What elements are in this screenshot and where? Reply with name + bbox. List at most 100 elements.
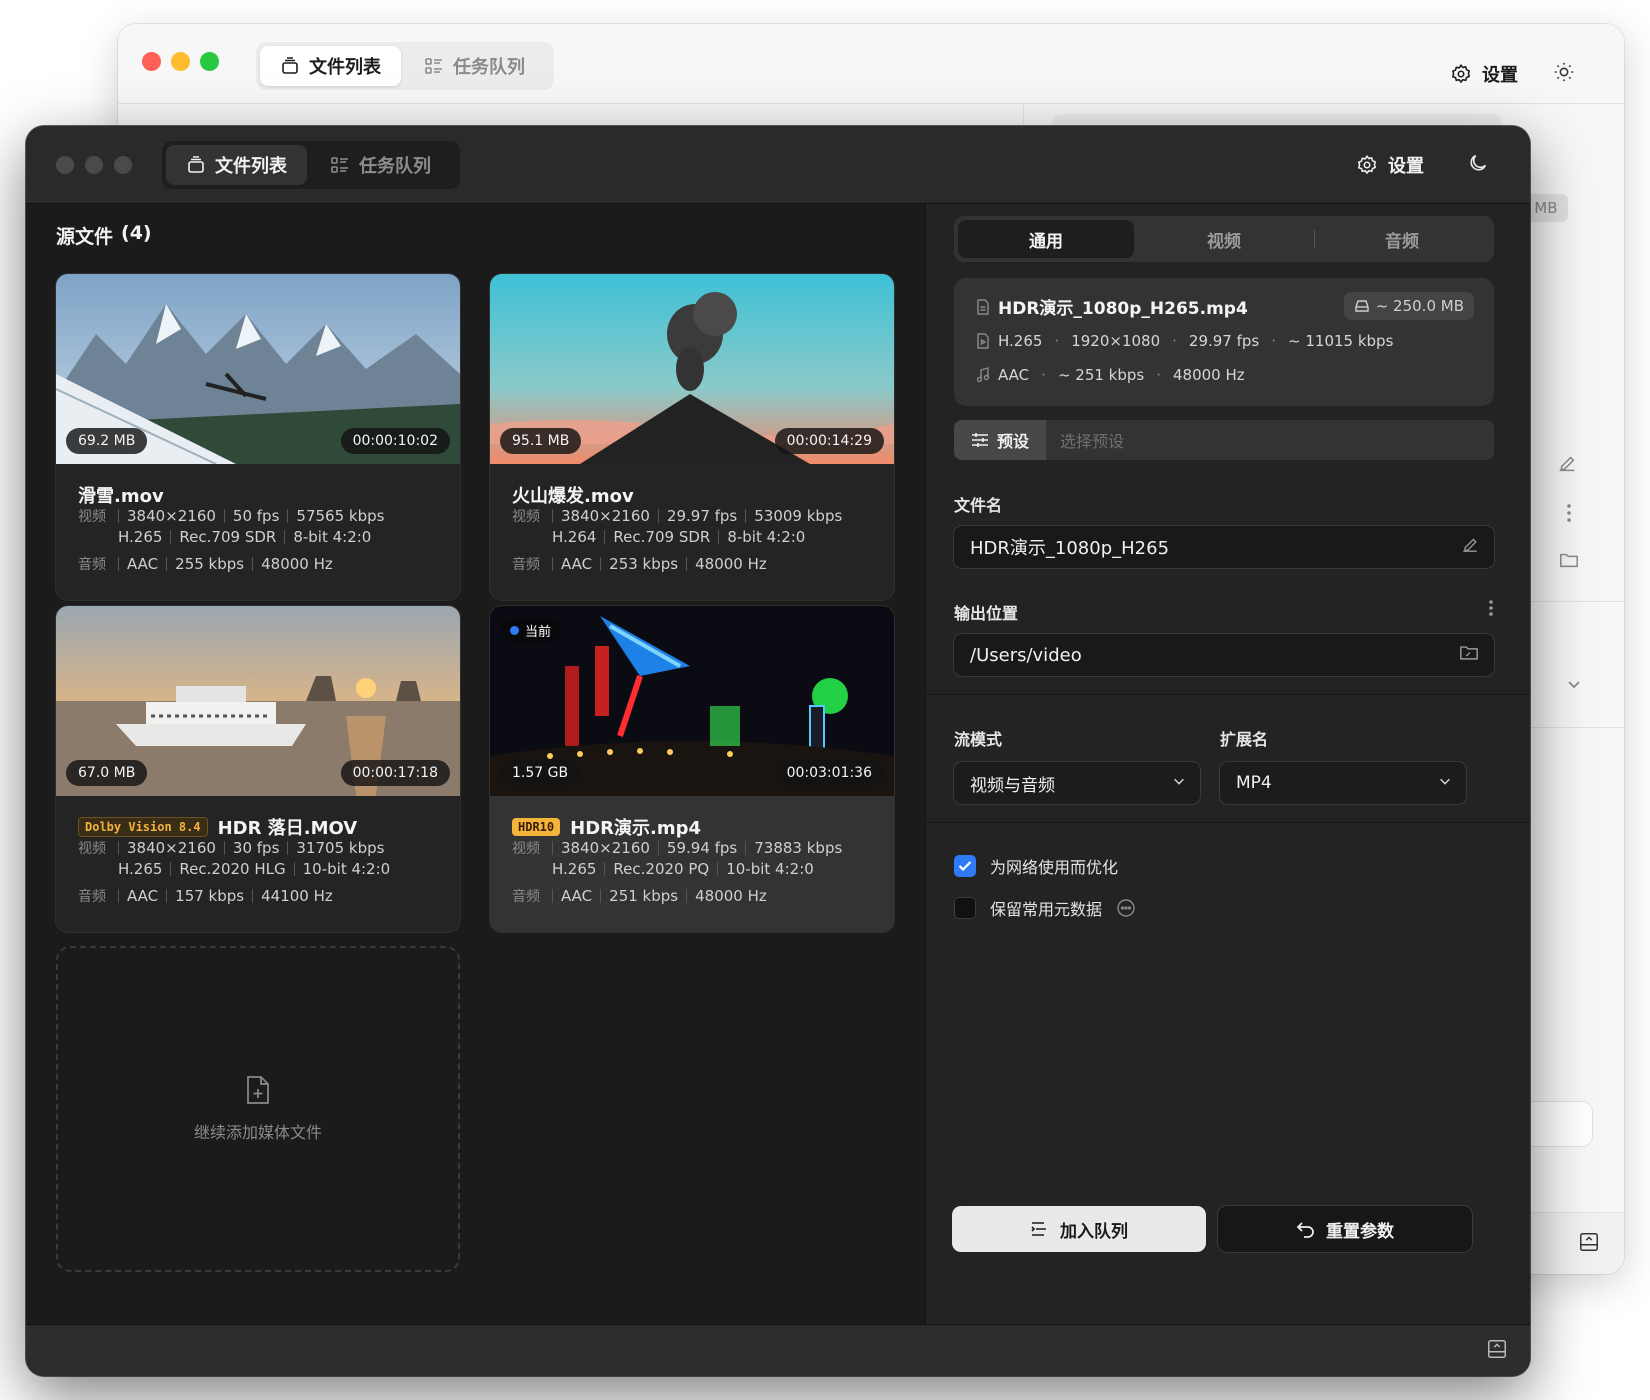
hdr10-badge: HDR10 xyxy=(512,818,561,836)
filename-input[interactable]: HDR演示_1080p_H265 xyxy=(954,526,1494,568)
panel-toggle-icon[interactable] xyxy=(1578,1231,1600,1257)
close-button[interactable] xyxy=(142,52,161,71)
dolby-vision-badge: Dolby Vision 8.4 xyxy=(78,817,208,837)
file-size-pill: 69.2 MB xyxy=(66,428,148,454)
meta-value: 3840×2160 xyxy=(118,841,224,856)
thumbnail-ski: 69.2 MB 00:00:10:02 xyxy=(56,274,460,464)
close-button[interactable] xyxy=(56,156,74,174)
video-meta-line2: H.265 Rec.2020 PQ 10-bit 4:2:0 xyxy=(552,862,822,877)
file-card-hdr-demo[interactable]: 当前 1.57 GB 00:03:01:36 HDR10 HDR演示.mp4 视… xyxy=(490,606,894,932)
tab-file-list[interactable]: 文件列表 xyxy=(166,145,307,185)
titlebar-light: 文件列表 任务队列 设置 xyxy=(118,24,1624,104)
file-size-pill: 1.57 GB xyxy=(500,760,581,786)
panel-toggle-icon[interactable] xyxy=(1486,1338,1508,1364)
theme-toggle[interactable] xyxy=(1467,152,1489,178)
keep-metadata-checkbox[interactable] xyxy=(954,897,976,919)
audio-label: 音频 xyxy=(512,889,540,905)
output-info-box: HDR演示_1080p_H265.mp4 ~ 250.0 MB H.265 · 1… xyxy=(954,278,1494,406)
edit-icon[interactable] xyxy=(1460,535,1480,560)
file-card-ski[interactable]: 69.2 MB 00:00:10:02 滑雪.mov 视频 3840×2160 … xyxy=(56,274,460,600)
settings-button[interactable]: 设置 xyxy=(1356,152,1424,178)
add-media-dropzone[interactable]: 继续添加媒体文件 xyxy=(56,946,460,1272)
meta-value: Rec.709 SDR xyxy=(604,530,718,545)
undo-icon xyxy=(1296,1222,1314,1238)
add-media-label: 继续添加媒体文件 xyxy=(193,1123,322,1142)
more-icon[interactable] xyxy=(1566,502,1572,528)
info-value: ~ 11015 kbps xyxy=(1288,332,1394,350)
settings-label: 设置 xyxy=(1482,65,1518,86)
stream-mode-value: 视频与音频 xyxy=(970,775,1055,796)
keep-metadata-option[interactable]: 保留常用元数据 xyxy=(954,896,1136,920)
video-label: 视频 xyxy=(78,509,106,525)
meta-value: 10-bit 4:2:0 xyxy=(293,862,399,877)
queue-list-icon xyxy=(425,58,442,74)
settings-tabs: 通用 视频 音频 xyxy=(954,216,1494,262)
video-meta-line2: H.265 Rec.709 SDR 8-bit 4:2:0 xyxy=(118,530,379,545)
preset-selector[interactable]: 预设 选择预设 xyxy=(954,420,1494,460)
stream-mode-label: 流模式 xyxy=(954,730,1003,749)
audio-label: 音频 xyxy=(78,557,106,573)
file-name: 火山爆发.mov xyxy=(512,482,634,508)
optimize-web-checkbox[interactable] xyxy=(954,855,976,877)
tab-file-list[interactable]: 文件列表 xyxy=(260,46,401,86)
tab-task-queue[interactable]: 任务队列 xyxy=(310,145,451,185)
folder-icon[interactable] xyxy=(1458,643,1480,668)
output-audio-info: AAC · ~ 251 kbps · 48000 Hz xyxy=(976,366,1245,384)
tab-video[interactable]: 视频 xyxy=(1136,220,1312,258)
meta-value: AAC xyxy=(552,889,600,904)
file-stack-icon xyxy=(188,156,204,173)
reset-parameters-button[interactable]: 重置参数 xyxy=(1218,1206,1472,1252)
keep-metadata-label: 保留常用元数据 xyxy=(990,900,1103,919)
info-ellipsis-icon[interactable] xyxy=(1116,898,1136,918)
video-meta-line1: 视频 3840×2160 29.97 fps 53009 kbps xyxy=(512,506,850,526)
optimize-web-label: 为网络使用而优化 xyxy=(990,858,1119,877)
tab-audio[interactable]: 音频 xyxy=(1314,220,1490,258)
video-file-icon xyxy=(977,333,989,349)
file-card-sunset[interactable]: 67.0 MB 00:00:17:18 Dolby Vision 8.4 HDR… xyxy=(56,606,460,932)
maximize-button[interactable] xyxy=(200,52,219,71)
file-card-volcano[interactable]: 95.1 MB 00:00:14:29 火山爆发.mov 视频 3840×216… xyxy=(490,274,894,600)
meta-value: Rec.2020 PQ xyxy=(604,862,717,877)
edit-icon[interactable] xyxy=(1556,452,1578,478)
main-window-dark: 文件列表 任务队列 设置 源文件 (4) 69.2 MB 00:00:10:02… xyxy=(26,126,1530,1376)
file-plus-icon xyxy=(247,1076,269,1104)
file-name-text: HDR演示.mp4 xyxy=(570,818,701,839)
meta-value: 30 fps xyxy=(223,841,287,856)
audio-meta-line: 音频 AAC 157 kbps 44100 Hz xyxy=(78,886,341,906)
meta-value: 31705 kbps xyxy=(287,841,392,856)
video-meta-line1: 视频 3840×2160 50 fps 57565 kbps xyxy=(78,506,392,526)
video-label: 视频 xyxy=(512,509,540,525)
meta-value: 48000 Hz xyxy=(686,557,775,572)
preset-button[interactable]: 预设 xyxy=(954,420,1046,460)
output-location-input[interactable]: /Users/video xyxy=(954,634,1494,676)
duration-pill: 00:03:01:36 xyxy=(774,760,884,786)
thumbnail-sunset: 67.0 MB 00:00:17:18 xyxy=(56,606,460,796)
video-meta-line1: 视频 3840×2160 59.94 fps 73883 kbps xyxy=(512,838,850,858)
tab-general[interactable]: 通用 xyxy=(958,220,1134,258)
estimated-size-badge: ~ 250.0 MB xyxy=(1343,292,1474,320)
maximize-button[interactable] xyxy=(114,156,132,174)
minimize-button[interactable] xyxy=(85,156,103,174)
minimize-button[interactable] xyxy=(171,52,190,71)
gear-icon xyxy=(1451,64,1471,84)
settings-button[interactable]: 设置 xyxy=(1450,61,1518,87)
queue-add-icon xyxy=(1031,1222,1046,1236)
more-icon[interactable] xyxy=(1488,598,1494,622)
stream-mode-select[interactable]: 视频与音频 xyxy=(954,762,1200,804)
output-filename-row: HDR演示_1080p_H265.mp4 xyxy=(976,294,1248,319)
meta-value: 8-bit 4:2:0 xyxy=(718,530,813,545)
moon-icon xyxy=(1470,154,1487,171)
folder-icon[interactable] xyxy=(1558,550,1580,574)
video-label: 视频 xyxy=(78,841,106,857)
section-separator xyxy=(926,822,1530,823)
source-files-count: (4) xyxy=(121,222,152,244)
chevron-down-icon[interactable] xyxy=(1566,676,1582,696)
meta-value: AAC xyxy=(118,557,166,572)
theme-toggle[interactable] xyxy=(1553,61,1575,87)
extension-select[interactable]: MP4 xyxy=(1220,762,1466,804)
tab-task-queue[interactable]: 任务队列 xyxy=(404,46,545,86)
optimize-web-option[interactable]: 为网络使用而优化 xyxy=(954,854,1118,878)
meta-value: 53009 kbps xyxy=(745,509,850,524)
filename-label: 文件名 xyxy=(954,496,1003,515)
add-to-queue-button[interactable]: 加入队列 xyxy=(952,1206,1206,1252)
